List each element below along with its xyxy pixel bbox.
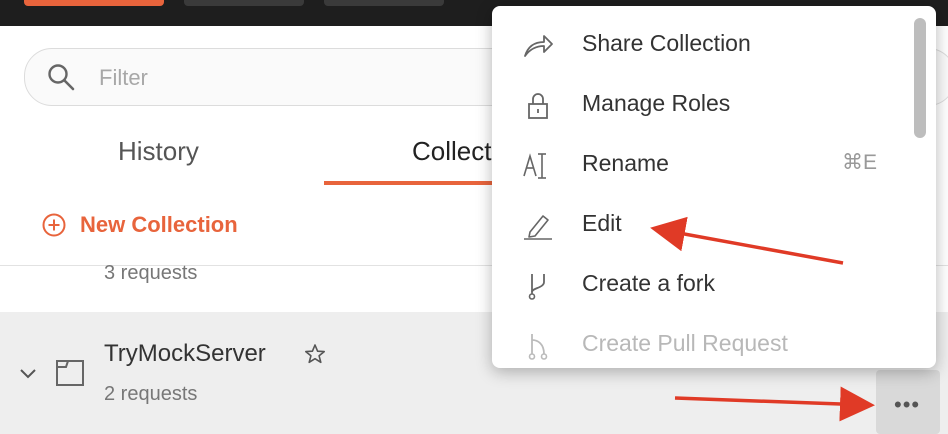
active-tab-underline [324, 181, 514, 185]
collection-name[interactable]: TryMockServer [104, 340, 266, 368]
collection-request-count: 3 requests [104, 262, 198, 284]
collection-folder-icon [56, 360, 84, 386]
share-icon [524, 35, 553, 57]
pull-request-icon [528, 334, 548, 360]
filter-input[interactable] [97, 61, 501, 95]
shortcut-label: ⌘E [842, 151, 878, 174]
menu-item-label: Manage Roles [582, 90, 731, 116]
menu-item-share-collection[interactable]: Share Collection [492, 16, 902, 76]
menu-scrollbar[interactable] [914, 18, 926, 138]
search-icon [48, 64, 75, 91]
menu-item-create-pull-request: Create Pull Request [492, 316, 902, 368]
more-dots-icon: ••• [894, 392, 921, 417]
menu-item-manage-roles[interactable]: Manage Roles [492, 76, 902, 136]
context-menu: Share Collection Manage Roles Rename ⌘E … [492, 6, 936, 368]
lock-icon [528, 93, 548, 119]
import-button[interactable] [184, 0, 304, 6]
chevron-down-icon[interactable] [18, 363, 38, 383]
menu-item-create-fork[interactable]: Create a fork [492, 256, 902, 316]
new-collection-label: New Collection [80, 212, 238, 237]
more-options-button[interactable]: ••• [876, 370, 940, 434]
new-button[interactable] [24, 0, 164, 6]
menu-item-label: Share Collection [582, 30, 751, 56]
new-collection-button[interactable]: New Collection [42, 208, 238, 242]
menu-item-label: Create Pull Request [582, 330, 788, 356]
menu-item-edit[interactable]: Edit [492, 196, 902, 256]
menu-item-label: Edit [582, 210, 622, 236]
pencil-icon [524, 215, 552, 240]
rename-icon [523, 153, 546, 179]
plus-circle-icon [42, 213, 66, 237]
collection-request-count: 2 requests [104, 383, 198, 405]
menu-item-label: Rename [582, 150, 669, 176]
tab-collections[interactable]: Collect [412, 136, 491, 167]
menu-item-label: Create a fork [582, 270, 715, 296]
menu-item-rename[interactable]: Rename ⌘E [492, 136, 902, 196]
tab-history[interactable]: History [118, 136, 199, 167]
fork-icon [528, 274, 545, 300]
star-icon[interactable] [304, 343, 326, 365]
runner-button[interactable] [324, 0, 444, 6]
